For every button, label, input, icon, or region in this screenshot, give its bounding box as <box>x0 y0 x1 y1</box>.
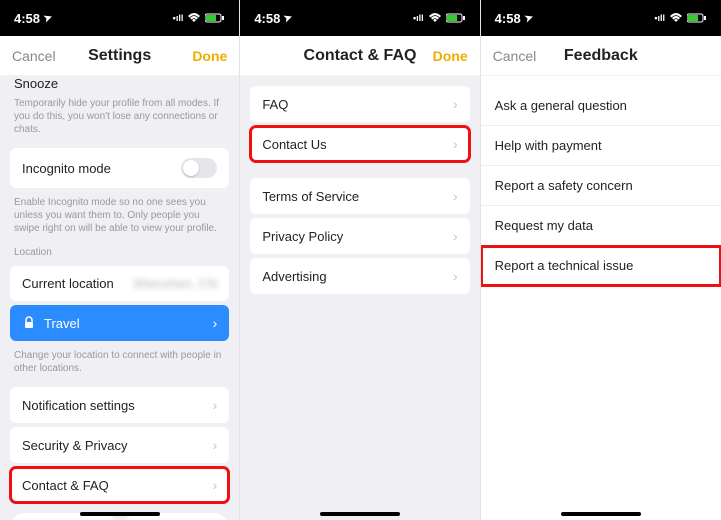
row-label: Request my data <box>495 218 593 233</box>
snooze-title: Snooze <box>0 76 239 93</box>
row-label: Privacy Policy <box>262 229 343 244</box>
status-bar: 4:58➤ •ıll <box>0 0 239 36</box>
incognito-toggle[interactable] <box>181 158 217 178</box>
chevron-right-icon: › <box>213 437 218 453</box>
location-services-icon: ➤ <box>523 11 535 24</box>
location-section-label: Location <box>0 243 239 262</box>
page-title: Feedback <box>564 47 638 65</box>
contact-us-row[interactable]: Contact Us › <box>250 126 469 162</box>
row-label: Advertising <box>262 269 326 284</box>
row-label: Terms of Service <box>262 189 359 204</box>
snooze-desc: Temporarily hide your profile from all m… <box>0 93 239 144</box>
battery-icon <box>687 13 707 23</box>
incognito-label: Incognito mode <box>22 161 111 176</box>
battery-icon <box>205 13 225 23</box>
screen-contact-faq: 4:58➤ •ıll Contact & FAQ Done FAQ › Cont… <box>240 0 480 520</box>
cancel-button[interactable]: Cancel <box>493 48 541 64</box>
status-bar: 4:58➤ •ıll <box>481 0 721 36</box>
travel-label: Travel <box>44 316 80 331</box>
current-location-value: Shenzhen, CN <box>133 276 218 291</box>
row-label: Report a safety concern <box>495 178 633 193</box>
privacy-policy-row[interactable]: Privacy Policy › <box>250 218 469 254</box>
wifi-icon <box>187 13 201 23</box>
chevron-right-icon: › <box>213 397 218 413</box>
contact-faq-row[interactable]: Contact & FAQ › <box>10 467 229 503</box>
nav-bar: Cancel Feedback <box>481 36 721 76</box>
lock-icon <box>22 316 36 330</box>
row-label: FAQ <box>262 97 288 112</box>
status-time: 4:58 <box>495 11 521 26</box>
home-indicator[interactable] <box>320 512 400 516</box>
request-my-data-row[interactable]: Request my data <box>481 206 721 246</box>
help-with-payment-row[interactable]: Help with payment <box>481 126 721 166</box>
status-time: 4:58 <box>254 11 280 26</box>
screen-feedback: 4:58➤ •ıll Cancel Feedback Ask a general… <box>481 0 721 520</box>
home-indicator[interactable] <box>561 512 641 516</box>
row-label: Notification settings <box>22 398 135 413</box>
chevron-right-icon: › <box>453 268 458 284</box>
location-services-icon: ➤ <box>42 11 54 24</box>
current-location-label: Current location <box>22 276 114 291</box>
nav-bar: Cancel Settings Done <box>0 36 239 76</box>
screen-settings: 4:58➤ •ıll Cancel Settings Done Snooze T… <box>0 0 240 520</box>
row-label: Report a technical issue <box>495 258 634 273</box>
travel-row[interactable]: Travel › <box>10 305 229 341</box>
signal-icon: •ıll <box>654 13 665 23</box>
nav-bar: Contact & FAQ Done <box>240 36 479 76</box>
chevron-right-icon: › <box>213 477 218 493</box>
status-time: 4:58 <box>14 11 40 26</box>
incognito-row[interactable]: Incognito mode <box>10 148 229 188</box>
row-label: Security & Privacy <box>22 438 127 453</box>
chevron-right-icon: › <box>453 188 458 204</box>
faq-row[interactable]: FAQ › <box>250 86 469 122</box>
done-button[interactable]: Done <box>179 48 227 64</box>
chevron-right-icon: › <box>213 315 218 331</box>
chevron-right-icon: › <box>453 136 458 152</box>
ask-general-question-row[interactable]: Ask a general question <box>481 86 721 126</box>
page-title: Settings <box>88 47 151 65</box>
signal-icon: •ıll <box>413 13 424 23</box>
battery-icon <box>446 13 466 23</box>
report-safety-concern-row[interactable]: Report a safety concern <box>481 166 721 206</box>
current-location-row[interactable]: Current location Shenzhen, CN <box>10 266 229 301</box>
wifi-icon <box>428 13 442 23</box>
row-label: Contact Us <box>262 137 326 152</box>
travel-desc: Change your location to connect with peo… <box>0 345 239 383</box>
security-privacy-row[interactable]: Security & Privacy › <box>10 427 229 463</box>
chevron-right-icon: › <box>453 96 458 112</box>
terms-of-service-row[interactable]: Terms of Service › <box>250 178 469 214</box>
signal-icon: •ıll <box>173 13 184 23</box>
location-services-icon: ➤ <box>283 11 295 24</box>
notification-settings-row[interactable]: Notification settings › <box>10 387 229 423</box>
chevron-right-icon: › <box>453 228 458 244</box>
status-bar: 4:58➤ •ıll <box>240 0 479 36</box>
wifi-icon <box>669 13 683 23</box>
advertising-row[interactable]: Advertising › <box>250 258 469 294</box>
report-technical-issue-row[interactable]: Report a technical issue <box>481 246 721 286</box>
home-indicator[interactable] <box>80 512 160 516</box>
cancel-button[interactable]: Cancel <box>12 48 60 64</box>
incognito-desc: Enable Incognito mode so no one sees you… <box>0 192 239 243</box>
row-label: Ask a general question <box>495 98 627 113</box>
done-button[interactable]: Done <box>420 48 468 64</box>
page-title: Contact & FAQ <box>304 47 417 65</box>
row-label: Help with payment <box>495 138 602 153</box>
row-label: Contact & FAQ <box>22 478 109 493</box>
